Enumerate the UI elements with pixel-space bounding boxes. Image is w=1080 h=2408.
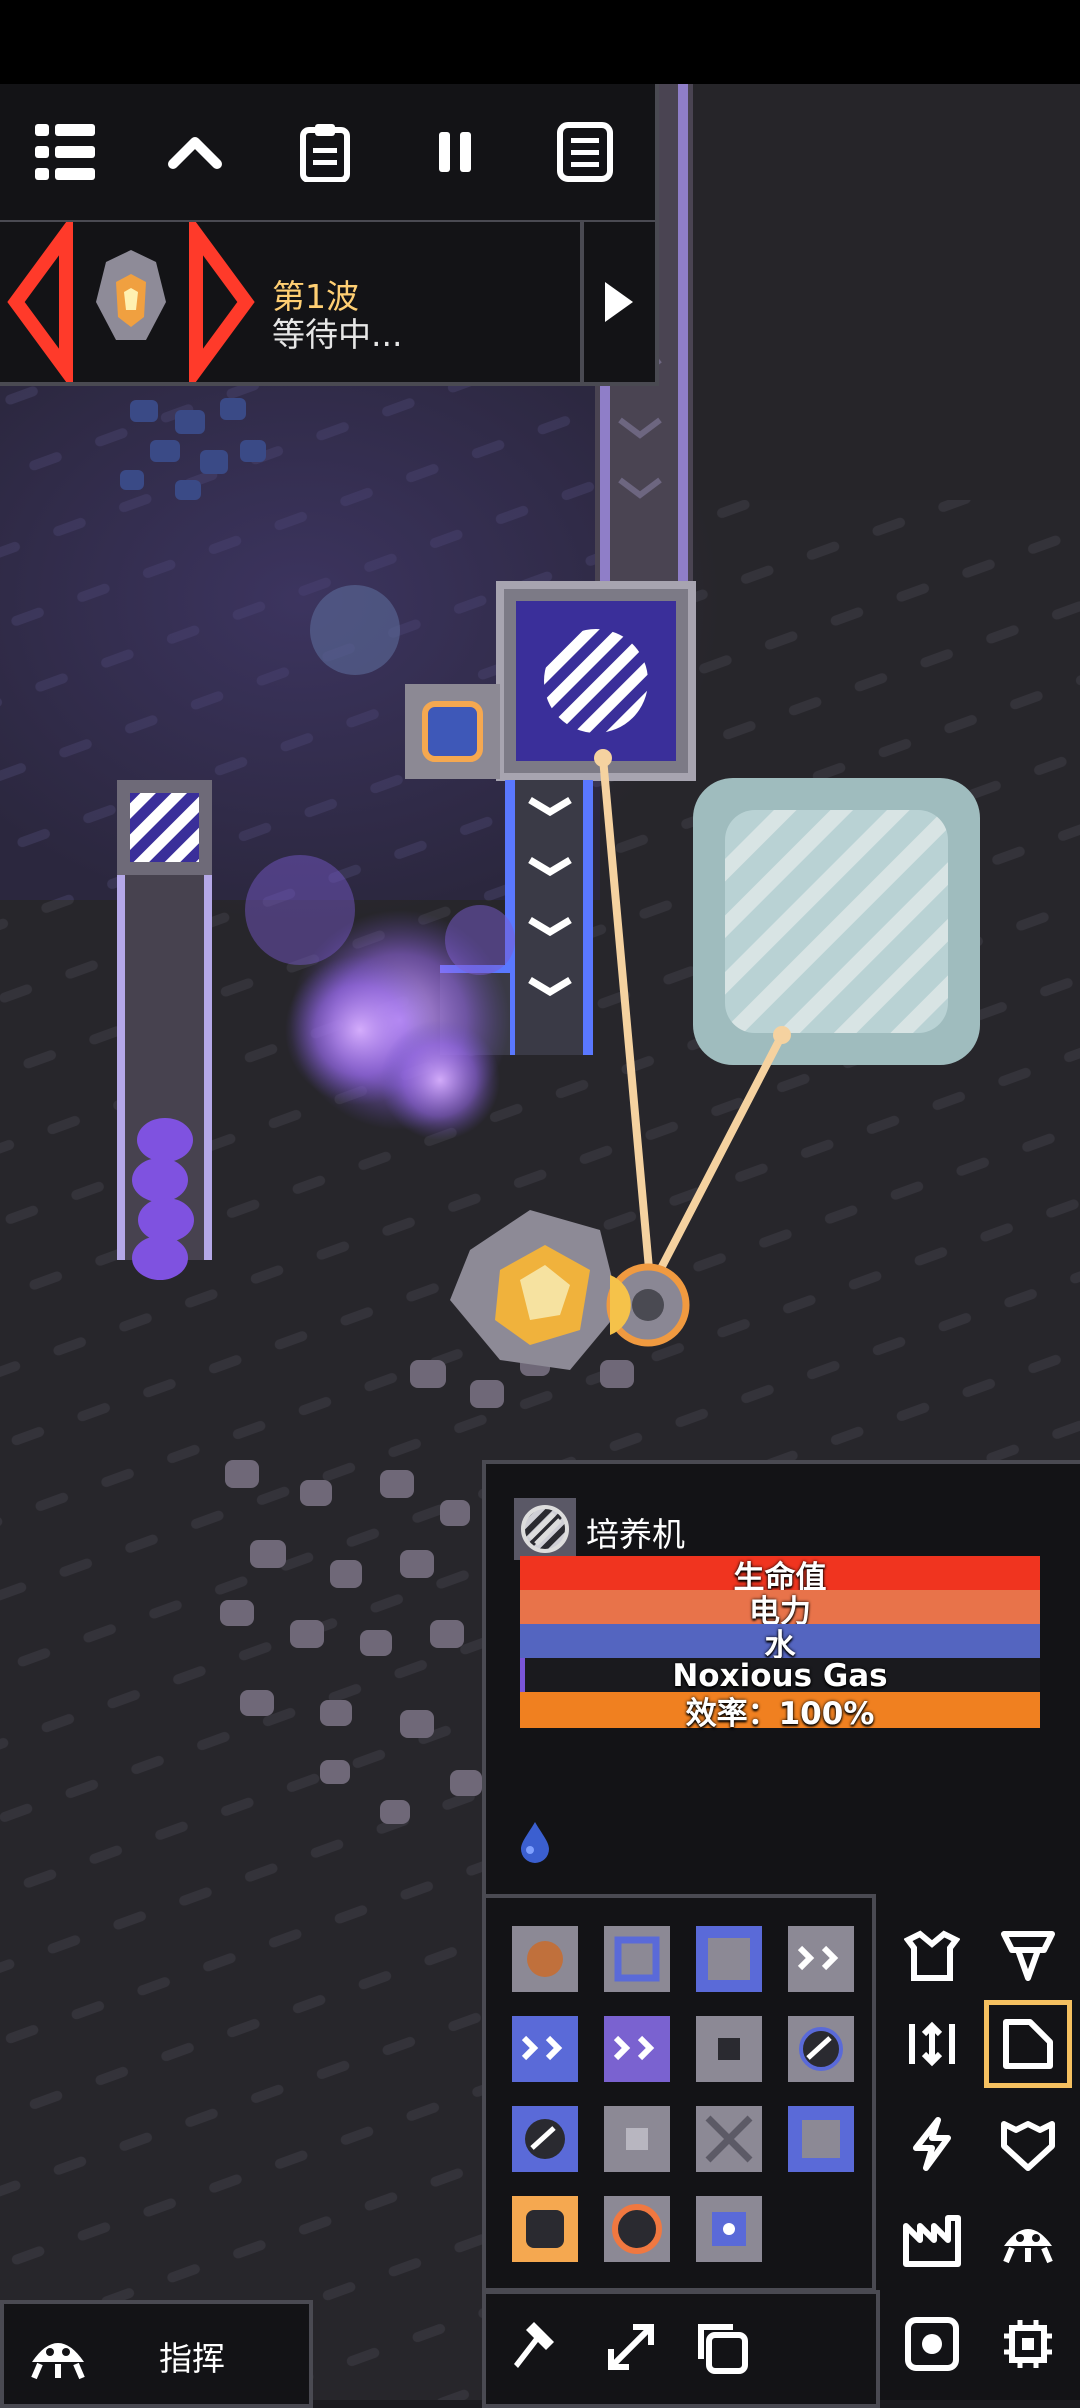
- block-pulse-conduit[interactable]: [512, 2016, 578, 2082]
- block-bridge-conduit[interactable]: [604, 2106, 670, 2172]
- block-coal-centrifuge[interactable]: [604, 1926, 670, 1992]
- block-spore-press[interactable]: [696, 1926, 762, 1992]
- cultivator-icon: [514, 1498, 576, 1560]
- category-turret[interactable]: [892, 1916, 972, 1996]
- database-icon: [557, 122, 613, 182]
- category-defense[interactable]: [988, 2104, 1068, 2184]
- block-conduit[interactable]: [788, 1926, 854, 1992]
- menu-button[interactable]: [0, 84, 130, 220]
- block-liquid-junction[interactable]: [512, 2106, 578, 2172]
- category-logic[interactable]: [988, 2304, 1068, 2384]
- category-power[interactable]: [892, 2104, 972, 2184]
- category-effect[interactable]: [892, 2304, 972, 2384]
- pause-button[interactable]: [390, 84, 520, 220]
- collapse-button[interactable]: [130, 84, 260, 220]
- unit-icon: [31, 2343, 85, 2380]
- block-water-extractor[interactable]: [696, 2196, 762, 2262]
- status-bar-2: 水: [520, 1624, 1040, 1664]
- chip-icon: [1004, 2320, 1052, 2368]
- menu-icon: [35, 124, 95, 180]
- toolbar: [0, 84, 659, 224]
- block-name: 培养机: [586, 1515, 685, 1554]
- category-selector: [872, 1894, 1080, 2400]
- drill-icon: [1001, 1931, 1055, 1981]
- category-production[interactable]: [988, 1916, 1068, 1996]
- block-liquid-router[interactable]: [696, 2016, 762, 2082]
- command-label: 指挥: [159, 2339, 225, 2378]
- category-liquid[interactable]: [984, 2000, 1072, 2088]
- skip-wave-button[interactable]: [584, 222, 651, 382]
- copy-icon: [698, 2324, 748, 2374]
- category-units[interactable]: [988, 2200, 1068, 2280]
- schematic-button[interactable]: [596, 2312, 666, 2382]
- deconstruct-button[interactable]: [506, 2312, 576, 2382]
- category-distribution[interactable]: [892, 2004, 972, 2084]
- block-rotary-pump[interactable]: [604, 2196, 670, 2262]
- water-drop-icon: [521, 1822, 549, 1863]
- command-button[interactable]: 指挥: [0, 2300, 313, 2408]
- wave-countdown: 等待中...: [272, 315, 403, 354]
- status-bar-label: 效率：100%: [685, 1695, 875, 1732]
- wave-panel: 第1波 等待中...: [0, 222, 659, 386]
- copy-button[interactable]: [686, 2312, 756, 2382]
- core-icon: [905, 2317, 959, 2371]
- cultivator-block[interactable]: [496, 581, 696, 781]
- distribution-icon: [909, 2021, 955, 2067]
- enemy-guardian-icon: [7, 222, 255, 382]
- status-bar-4: 效率：100%: [520, 1692, 1040, 1732]
- block-liquid-container[interactable]: [788, 2106, 854, 2172]
- status-bar: [0, 0, 1080, 84]
- lightning-icon: [913, 2117, 951, 2171]
- pause-icon: [439, 132, 471, 172]
- status-bar-fill: [520, 1658, 526, 1694]
- expand-icon: [608, 2324, 654, 2370]
- play-icon: [604, 282, 633, 322]
- mechanical-pump[interactable]: [405, 684, 500, 779]
- chevron-up-icon: [168, 137, 222, 169]
- category-crafting[interactable]: [892, 2200, 972, 2280]
- liquid-tank[interactable]: [693, 778, 980, 1065]
- block-mechanical-pump[interactable]: [512, 2196, 578, 2262]
- unit-icon: [1003, 2229, 1053, 2264]
- block-pulverizer[interactable]: [512, 1926, 578, 1992]
- block-plated-conduit[interactable]: [604, 2016, 670, 2082]
- liquid-icon: [1003, 2019, 1053, 2069]
- turret-icon: [904, 1930, 960, 1981]
- database-button[interactable]: [520, 84, 650, 220]
- clipboard-icon: [300, 124, 350, 182]
- tool-bar: [482, 2290, 880, 2408]
- objectives-button[interactable]: [260, 84, 390, 220]
- shield-icon: [1001, 2121, 1055, 2171]
- block-cultivator[interactable]: [788, 2016, 854, 2082]
- block-info-panel: 培养机 生命值 电力水 Noxious Gas 效率：100%: [482, 1460, 1080, 1898]
- hammer-icon: [514, 2322, 554, 2368]
- factory-icon: [903, 2215, 961, 2267]
- block-selection-grid: [482, 1894, 880, 2292]
- block-phase-conduit[interactable]: [696, 2106, 762, 2172]
